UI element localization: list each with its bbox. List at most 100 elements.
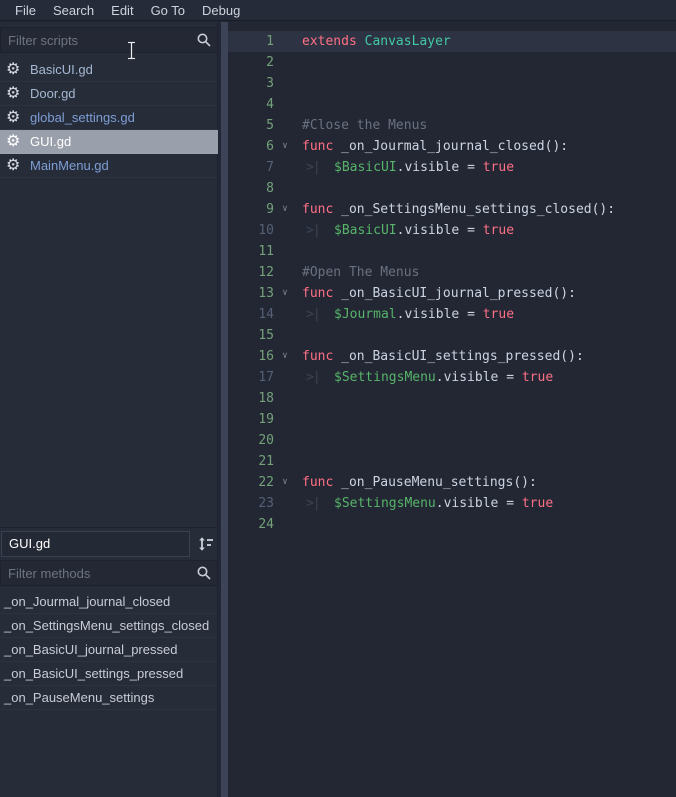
menu-item-go-to[interactable]: Go To xyxy=(144,0,192,21)
code-line-24[interactable]: 24 xyxy=(228,514,676,535)
code-line-8[interactable]: 8 xyxy=(228,178,676,199)
tab-indent-marker: >| xyxy=(302,304,334,325)
fold-arrow-icon[interactable]: ∨ xyxy=(277,346,293,367)
gdscript-gear-icon: ⚙ xyxy=(6,62,24,78)
tab-indent-marker: >| xyxy=(302,157,334,178)
menu-item-file[interactable]: File xyxy=(8,0,43,21)
gdscript-gear-icon: ⚙ xyxy=(6,110,24,126)
line-number: 1 xyxy=(228,31,274,52)
code-line-6[interactable]: 6∨func _on_Jourmal_journal_closed(): xyxy=(228,136,676,157)
code-text: func _on_BasicUI_settings_pressed(): xyxy=(302,346,584,367)
script-item-global_settings-gd[interactable]: ⚙global_settings.gd xyxy=(0,106,218,130)
method-item-_on_settingsmenu_settings_closed[interactable]: _on_SettingsMenu_settings_closed xyxy=(0,614,218,638)
code-line-14[interactable]: 14>|$Jourmal.visible = true xyxy=(228,304,676,325)
line-number: 19 xyxy=(228,409,274,430)
token-plain: .visible = xyxy=(436,370,522,385)
token-comment: #Open The Menus xyxy=(302,265,419,280)
code-text: extends CanvasLayer xyxy=(302,31,451,52)
method-list: _on_Jourmal_journal_closed_on_SettingsMe… xyxy=(0,590,218,710)
code-line-5[interactable]: 5 #Close the Menus xyxy=(228,115,676,136)
line-number: 21 xyxy=(228,451,274,472)
fold-arrow-icon[interactable]: ∨ xyxy=(277,283,293,304)
script-item-label: GUI.gd xyxy=(30,134,71,149)
code-line-22[interactable]: 22∨func _on_PauseMenu_settings(): xyxy=(228,472,676,493)
code-line-15[interactable]: 15 xyxy=(228,325,676,346)
code-text: >|$BasicUI.visible = true xyxy=(302,157,514,178)
fold-arrow-icon[interactable]: ∨ xyxy=(277,136,293,157)
token-keyword: extends xyxy=(302,34,357,49)
line-number: 18 xyxy=(228,388,274,409)
code-line-18[interactable]: 18 xyxy=(228,388,676,409)
gdscript-gear-icon: ⚙ xyxy=(6,158,24,174)
fold-arrow-icon[interactable]: ∨ xyxy=(277,472,293,493)
menu-item-search[interactable]: Search xyxy=(46,0,101,21)
token-keyword: func xyxy=(302,475,333,490)
filter-scripts-box xyxy=(0,27,218,53)
script-list: ⚙BasicUI.gd⚙Door.gd⚙global_settings.gd⚙G… xyxy=(0,58,218,178)
current-script-field[interactable]: GUI.gd xyxy=(1,531,190,557)
fold-arrow-icon[interactable]: ∨ xyxy=(277,199,293,220)
code-line-9[interactable]: 9∨func _on_SettingsMenu_settings_closed(… xyxy=(228,199,676,220)
token-node: $Jourmal xyxy=(334,307,397,322)
script-item-basicui-gd[interactable]: ⚙ BasicUI.gd xyxy=(0,58,218,82)
method-item-_on_basicui_settings_pressed[interactable]: _on_BasicUI_settings_pressed xyxy=(0,662,218,686)
token-keyword: func xyxy=(302,202,333,217)
code-editor[interactable]: 1 extends CanvasLayer2345 #Close the Menus… xyxy=(228,22,676,797)
gdscript-gear-icon: ⚙ xyxy=(6,134,24,150)
method-item-_on_jourmal_journal_closed[interactable]: _on_Jourmal_journal_closed xyxy=(0,590,218,614)
line-number: 5 xyxy=(228,115,274,136)
code-line-16[interactable]: 16∨func _on_BasicUI_settings_pressed(): xyxy=(228,346,676,367)
script-item-label: MainMenu.gd xyxy=(30,158,109,173)
menu-bar: FileSearchEditGo ToDebug xyxy=(0,0,676,21)
code-line-17[interactable]: 17>|$SettingsMenu.visible = true xyxy=(228,367,676,388)
line-number: 24 xyxy=(228,514,274,535)
token-plain: .visible = xyxy=(397,223,483,238)
script-item-mainmenu-gd[interactable]: ⚙ MainMenu.gd xyxy=(0,154,218,178)
code-line-20[interactable]: 20 xyxy=(228,430,676,451)
code-line-1[interactable]: 1 extends CanvasLayer xyxy=(228,31,676,52)
menu-item-debug[interactable]: Debug xyxy=(195,0,247,21)
token-comment: #Close the Menus xyxy=(302,118,427,133)
code-text: #Close the Menus xyxy=(302,115,427,136)
code-line-11[interactable]: 11 xyxy=(228,241,676,262)
menu-item-edit[interactable]: Edit xyxy=(104,0,140,21)
code-line-4[interactable]: 4 xyxy=(228,94,676,115)
line-number: 10 xyxy=(228,220,274,241)
code-line-7[interactable]: 7>|$BasicUI.visible = true xyxy=(228,157,676,178)
code-line-3[interactable]: 3 xyxy=(228,73,676,94)
method-item-_on_basicui_journal_pressed[interactable]: _on_BasicUI_journal_pressed xyxy=(0,638,218,662)
token-keyword: true xyxy=(522,370,553,385)
search-icon xyxy=(196,32,212,48)
filter-scripts-input[interactable] xyxy=(1,28,198,52)
code-line-10[interactable]: 10>|$BasicUI.visible = true xyxy=(228,220,676,241)
code-line-23[interactable]: 23>|$SettingsMenu.visible = true xyxy=(228,493,676,514)
code-text: >|$SettingsMenu.visible = true xyxy=(302,367,553,388)
panel-splitter[interactable] xyxy=(221,22,228,797)
code-line-2[interactable]: 2 xyxy=(228,52,676,73)
script-item-gui-gd[interactable]: ⚙ GUI.gd xyxy=(0,130,218,154)
token-keyword: true xyxy=(483,223,514,238)
code-text: #Open The Menus xyxy=(302,262,419,283)
sort-methods-button[interactable] xyxy=(196,534,216,554)
gdscript-gear-icon: ⚙ xyxy=(6,86,24,102)
scripts-sidebar: ⚙BasicUI.gd⚙Door.gd⚙global_settings.gd⚙G… xyxy=(0,22,218,797)
script-item-label: BasicUI.gd xyxy=(30,62,93,77)
code-text: >|$SettingsMenu.visible = true xyxy=(302,493,553,514)
line-number: 8 xyxy=(228,178,274,199)
line-number: 9 xyxy=(228,199,274,220)
code-text: func _on_BasicUI_journal_pressed(): xyxy=(302,283,576,304)
code-line-21[interactable]: 21 xyxy=(228,451,676,472)
method-item-_on_pausemenu_settings[interactable]: _on_PauseMenu_settings xyxy=(0,686,218,710)
code-line-12[interactable]: 12#Open The Menus xyxy=(228,262,676,283)
code-line-13[interactable]: 13∨ func _on_BasicUI_journal_pressed(): xyxy=(228,283,676,304)
filter-methods-input[interactable] xyxy=(1,561,198,585)
token-plain: .visible = xyxy=(397,307,483,322)
line-number: 20 xyxy=(228,430,274,451)
tab-indent-marker: >| xyxy=(302,367,334,388)
code-line-19[interactable]: 19 xyxy=(228,409,676,430)
code-text: func _on_PauseMenu_settings(): xyxy=(302,472,537,493)
token-plain: _on_BasicUI_settings_pressed(): xyxy=(333,349,583,364)
token-node: $SettingsMenu xyxy=(334,370,436,385)
script-item-door-gd[interactable]: ⚙Door.gd xyxy=(0,82,218,106)
line-number: 13 xyxy=(228,283,274,304)
